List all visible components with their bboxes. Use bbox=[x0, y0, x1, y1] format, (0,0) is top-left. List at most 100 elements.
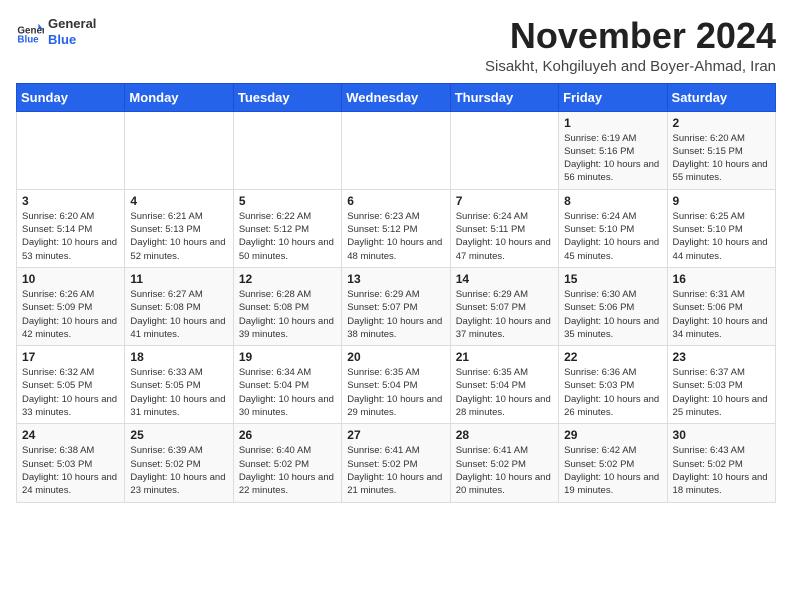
day-number: 26 bbox=[239, 428, 336, 442]
day-info: Sunrise: 6:43 AMSunset: 5:02 PMDaylight:… bbox=[673, 444, 770, 497]
day-number: 4 bbox=[130, 194, 227, 208]
calendar-cell: 13 Sunrise: 6:29 AMSunset: 5:07 PMDayligh… bbox=[342, 267, 450, 345]
calendar-cell: 17Sunrise: 6:32 AMSunset: 5:05 PMDayligh… bbox=[17, 346, 125, 424]
day-info: Sunrise: 6:42 AMSunset: 5:02 PMDaylight:… bbox=[564, 444, 661, 497]
day-number: 13 bbox=[347, 272, 444, 286]
day-number: 23 bbox=[673, 350, 770, 364]
day-number: 9 bbox=[673, 194, 770, 208]
day-number: 1 bbox=[564, 116, 661, 130]
day-number: 8 bbox=[564, 194, 661, 208]
day-info: Sunrise: 6:33 AMSunset: 5:05 PMDaylight:… bbox=[130, 366, 227, 419]
calendar-week-3: 10 Sunrise: 6:26 AMSunset: 5:09 PMDayligh… bbox=[17, 267, 776, 345]
day-info: Sunrise: 6:36 AMSunset: 5:03 PMDaylight:… bbox=[564, 366, 661, 419]
calendar-cell: 7 Sunrise: 6:24 AMSunset: 5:11 PMDaylight… bbox=[450, 189, 558, 267]
day-info: Sunrise: 6:37 AMSunset: 5:03 PMDaylight:… bbox=[673, 366, 770, 419]
day-number: 7 bbox=[456, 194, 553, 208]
day-number: 2 bbox=[673, 116, 770, 130]
calendar-table: SundayMondayTuesdayWednesdayThursdayFrid… bbox=[16, 83, 776, 503]
day-number: 15 bbox=[564, 272, 661, 286]
day-info: Sunrise: 6:30 AMSunset: 5:06 PMDaylight:… bbox=[564, 288, 661, 341]
calendar-header-row: SundayMondayTuesdayWednesdayThursdayFrid… bbox=[17, 83, 776, 111]
calendar-cell: 5 Sunrise: 6:22 AMSunset: 5:12 PMDaylight… bbox=[233, 189, 341, 267]
day-info: Sunrise: 6:34 AMSunset: 5:04 PMDaylight:… bbox=[239, 366, 336, 419]
calendar-cell: 21Sunrise: 6:35 AMSunset: 5:04 PMDayligh… bbox=[450, 346, 558, 424]
calendar-week-5: 24Sunrise: 6:38 AMSunset: 5:03 PMDayligh… bbox=[17, 424, 776, 502]
calendar-cell bbox=[450, 111, 558, 189]
calendar-cell: 22 Sunrise: 6:36 AMSunset: 5:03 PMDayligh… bbox=[559, 346, 667, 424]
day-info: Sunrise: 6:29 AMSunset: 5:07 PMDaylight:… bbox=[347, 288, 444, 341]
day-number: 3 bbox=[22, 194, 119, 208]
calendar-cell: 6 Sunrise: 6:23 AMSunset: 5:12 PMDaylight… bbox=[342, 189, 450, 267]
day-info: Sunrise: 6:25 AMSunset: 5:10 PMDaylight:… bbox=[673, 210, 770, 263]
calendar-cell: 11Sunrise: 6:27 AMSunset: 5:08 PMDayligh… bbox=[125, 267, 233, 345]
calendar-cell: 19 Sunrise: 6:34 AMSunset: 5:04 PMDayligh… bbox=[233, 346, 341, 424]
day-number: 28 bbox=[456, 428, 553, 442]
day-info: Sunrise: 6:28 AMSunset: 5:08 PMDaylight:… bbox=[239, 288, 336, 341]
month-title: November 2024 bbox=[485, 16, 776, 56]
calendar-cell: 2 Sunrise: 6:20 AMSunset: 5:15 PMDaylight… bbox=[667, 111, 775, 189]
calendar-cell: 14Sunrise: 6:29 AMSunset: 5:07 PMDayligh… bbox=[450, 267, 558, 345]
calendar-cell: 26 Sunrise: 6:40 AMSunset: 5:02 PMDayligh… bbox=[233, 424, 341, 502]
day-info: Sunrise: 6:39 AMSunset: 5:02 PMDaylight:… bbox=[130, 444, 227, 497]
day-info: Sunrise: 6:23 AMSunset: 5:12 PMDaylight:… bbox=[347, 210, 444, 263]
day-number: 27 bbox=[347, 428, 444, 442]
day-number: 18 bbox=[130, 350, 227, 364]
weekday-header-sunday: Sunday bbox=[17, 83, 125, 111]
day-info: Sunrise: 6:22 AMSunset: 5:12 PMDaylight:… bbox=[239, 210, 336, 263]
calendar-cell bbox=[125, 111, 233, 189]
calendar-cell: 16 Sunrise: 6:31 AMSunset: 5:06 PMDayligh… bbox=[667, 267, 775, 345]
day-info: Sunrise: 6:19 AMSunset: 5:16 PMDaylight:… bbox=[564, 132, 661, 185]
calendar-cell: 29 Sunrise: 6:42 AMSunset: 5:02 PMDayligh… bbox=[559, 424, 667, 502]
day-number: 10 bbox=[22, 272, 119, 286]
page-header: General Blue General Blue November 2024 … bbox=[16, 16, 776, 75]
calendar-cell bbox=[233, 111, 341, 189]
location-subtitle: Sisakht, Kohgiluyeh and Boyer-Ahmad, Ira… bbox=[485, 58, 776, 75]
calendar-cell: 8Sunrise: 6:24 AMSunset: 5:10 PMDaylight… bbox=[559, 189, 667, 267]
day-info: Sunrise: 6:26 AMSunset: 5:09 PMDaylight:… bbox=[22, 288, 119, 341]
calendar-cell: 25 Sunrise: 6:39 AMSunset: 5:02 PMDayligh… bbox=[125, 424, 233, 502]
logo-general-text: General bbox=[48, 16, 96, 32]
day-number: 17 bbox=[22, 350, 119, 364]
day-number: 22 bbox=[564, 350, 661, 364]
day-number: 19 bbox=[239, 350, 336, 364]
day-number: 25 bbox=[130, 428, 227, 442]
calendar-cell: 1 Sunrise: 6:19 AMSunset: 5:16 PMDaylight… bbox=[559, 111, 667, 189]
weekday-header-thursday: Thursday bbox=[450, 83, 558, 111]
calendar-cell: 18 Sunrise: 6:33 AMSunset: 5:05 PMDayligh… bbox=[125, 346, 233, 424]
calendar-cell: 10 Sunrise: 6:26 AMSunset: 5:09 PMDayligh… bbox=[17, 267, 125, 345]
day-info: Sunrise: 6:20 AMSunset: 5:15 PMDaylight:… bbox=[673, 132, 770, 185]
day-info: Sunrise: 6:38 AMSunset: 5:03 PMDaylight:… bbox=[22, 444, 119, 497]
calendar-cell: 15 Sunrise: 6:30 AMSunset: 5:06 PMDayligh… bbox=[559, 267, 667, 345]
day-info: Sunrise: 6:31 AMSunset: 5:06 PMDaylight:… bbox=[673, 288, 770, 341]
day-info: Sunrise: 6:24 AMSunset: 5:11 PMDaylight:… bbox=[456, 210, 553, 263]
day-info: Sunrise: 6:35 AMSunset: 5:04 PMDaylight:… bbox=[347, 366, 444, 419]
day-number: 16 bbox=[673, 272, 770, 286]
day-info: Sunrise: 6:40 AMSunset: 5:02 PMDaylight:… bbox=[239, 444, 336, 497]
calendar-week-2: 3 Sunrise: 6:20 AMSunset: 5:14 PMDaylight… bbox=[17, 189, 776, 267]
calendar-cell: 20 Sunrise: 6:35 AMSunset: 5:04 PMDayligh… bbox=[342, 346, 450, 424]
day-info: Sunrise: 6:27 AMSunset: 5:08 PMDaylight:… bbox=[130, 288, 227, 341]
calendar-cell: 3 Sunrise: 6:20 AMSunset: 5:14 PMDaylight… bbox=[17, 189, 125, 267]
calendar-cell bbox=[17, 111, 125, 189]
day-number: 20 bbox=[347, 350, 444, 364]
logo-blue-text: Blue bbox=[48, 32, 96, 48]
weekday-header-friday: Friday bbox=[559, 83, 667, 111]
svg-text:Blue: Blue bbox=[17, 34, 39, 45]
day-info: Sunrise: 6:29 AMSunset: 5:07 PMDaylight:… bbox=[456, 288, 553, 341]
calendar-cell: 23 Sunrise: 6:37 AMSunset: 5:03 PMDayligh… bbox=[667, 346, 775, 424]
calendar-cell: 28 Sunrise: 6:41 AMSunset: 5:02 PMDayligh… bbox=[450, 424, 558, 502]
calendar-cell bbox=[342, 111, 450, 189]
day-number: 5 bbox=[239, 194, 336, 208]
day-info: Sunrise: 6:20 AMSunset: 5:14 PMDaylight:… bbox=[22, 210, 119, 263]
logo: General Blue General Blue bbox=[16, 16, 96, 47]
day-info: Sunrise: 6:21 AMSunset: 5:13 PMDaylight:… bbox=[130, 210, 227, 263]
day-info: Sunrise: 6:41 AMSunset: 5:02 PMDaylight:… bbox=[456, 444, 553, 497]
calendar-cell: 12Sunrise: 6:28 AMSunset: 5:08 PMDayligh… bbox=[233, 267, 341, 345]
day-info: Sunrise: 6:41 AMSunset: 5:02 PMDaylight:… bbox=[347, 444, 444, 497]
day-number: 6 bbox=[347, 194, 444, 208]
weekday-header-wednesday: Wednesday bbox=[342, 83, 450, 111]
day-number: 29 bbox=[564, 428, 661, 442]
calendar-week-1: 1 Sunrise: 6:19 AMSunset: 5:16 PMDaylight… bbox=[17, 111, 776, 189]
calendar-cell: 4 Sunrise: 6:21 AMSunset: 5:13 PMDaylight… bbox=[125, 189, 233, 267]
calendar-cell: 27 Sunrise: 6:41 AMSunset: 5:02 PMDayligh… bbox=[342, 424, 450, 502]
